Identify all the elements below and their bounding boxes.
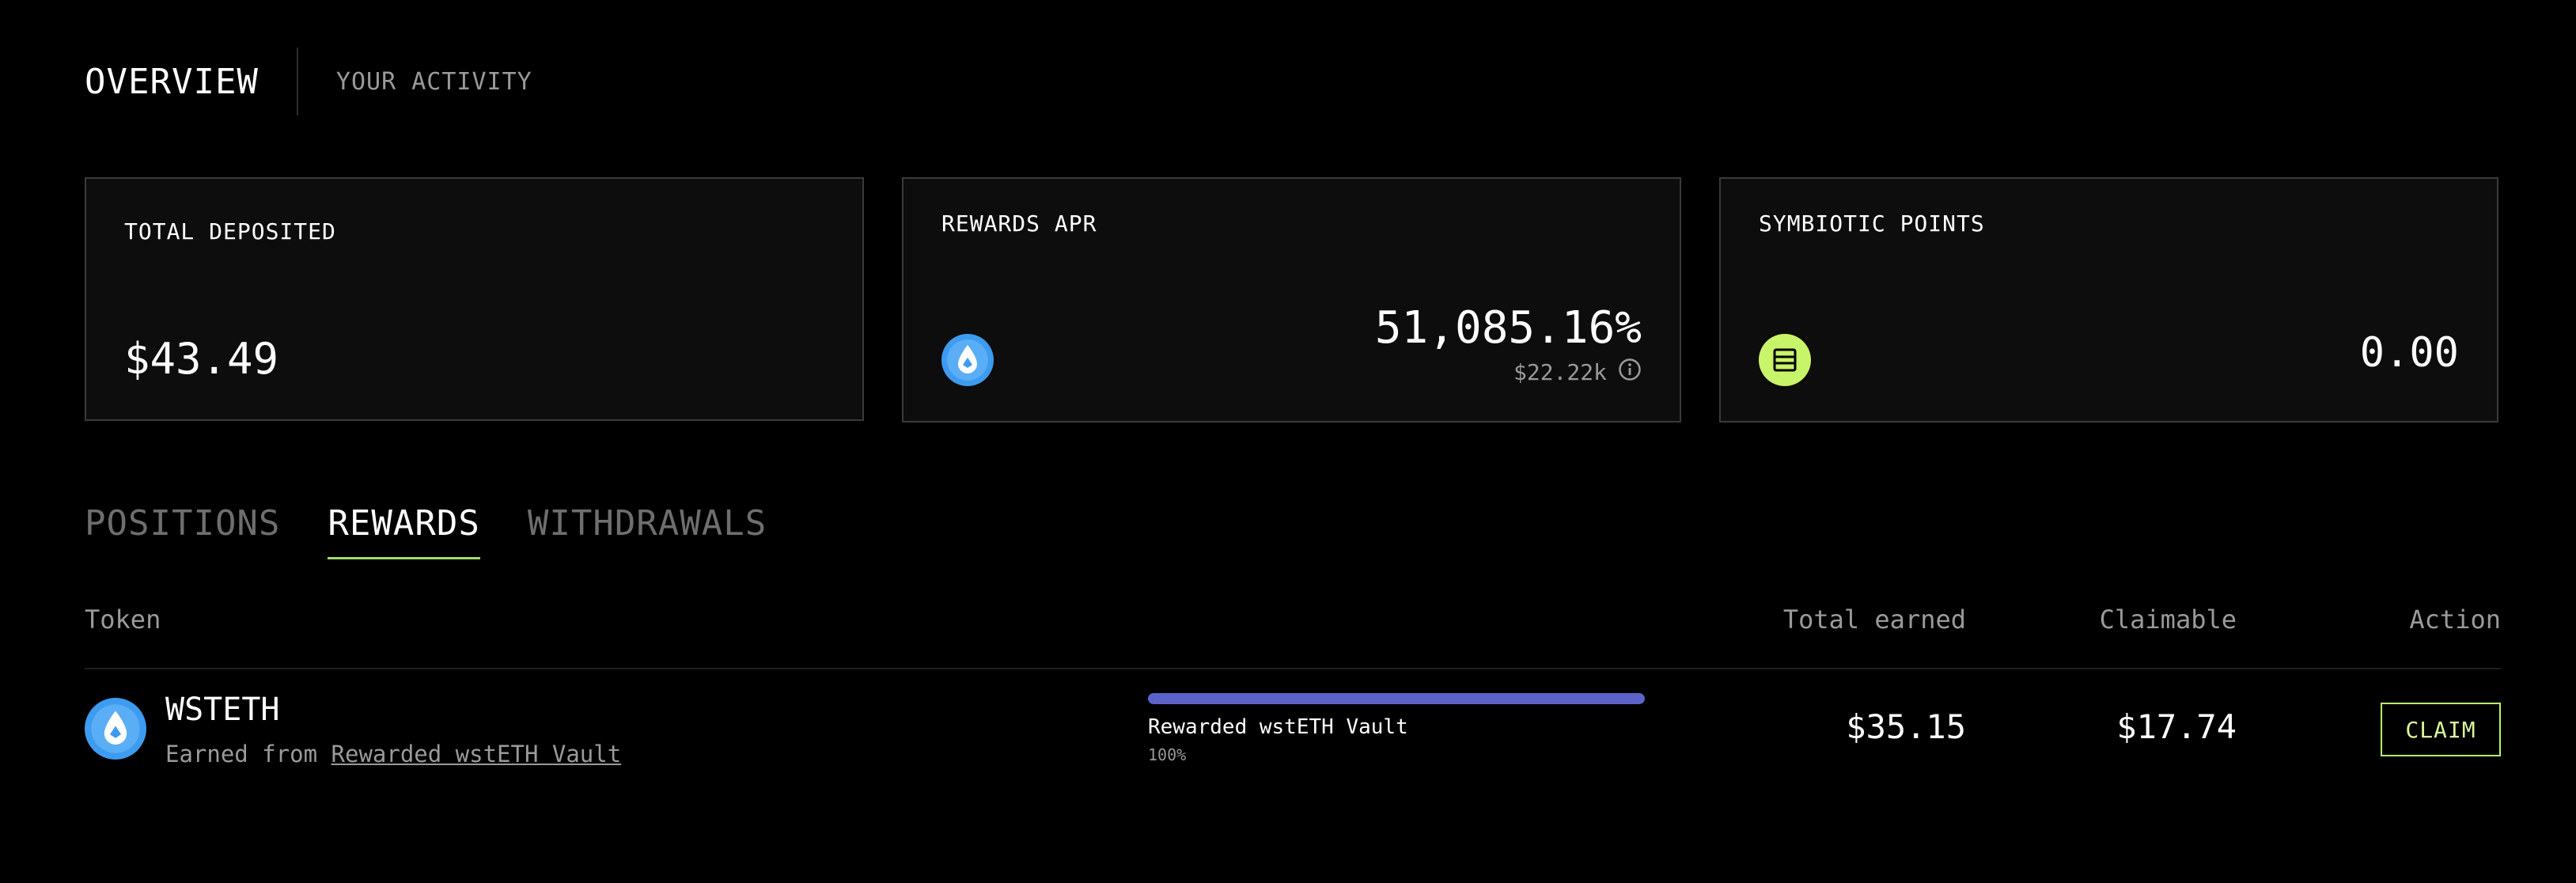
your-activity-link[interactable]: YOUR ACTIVITY <box>336 68 532 96</box>
tab-withdrawals[interactable]: WITHDRAWALS <box>528 503 767 559</box>
tab-rewards[interactable]: REWARDS <box>328 503 481 559</box>
total-deposited-value: $43.49 <box>124 334 279 384</box>
symbiotic-icon <box>1759 334 1811 389</box>
column-header-token: Token <box>85 604 161 635</box>
tab-positions[interactable]: POSITIONS <box>85 503 280 559</box>
claim-button[interactable]: CLAIM <box>2381 703 2501 756</box>
rewards-apr-usd: $22.22k <box>1513 359 1607 385</box>
rewards-apr-value: 51,085.16% <box>1374 302 1642 354</box>
rewards-apr-label: REWARDS APR <box>941 210 1097 237</box>
page: OVERVIEW YOUR ACTIVITY TOTAL DEPOSITED $… <box>0 0 2576 883</box>
token-name: WSTETH <box>165 692 280 728</box>
total-deposited-label: TOTAL DEPOSITED <box>124 218 336 244</box>
symbiotic-points-label: SYMBIOTIC POINTS <box>1759 210 1985 237</box>
section-tabs: POSITIONS REWARDS WITHDRAWALS <box>85 503 767 559</box>
claimable-value: $17.74 <box>2116 707 2237 746</box>
page-header: OVERVIEW YOUR ACTIVITY <box>85 47 532 116</box>
table-row: WSTETH Earned from Rewarded wstETH Vault… <box>85 671 2501 777</box>
column-header-total-earned: Total earned <box>1782 604 1966 635</box>
wsteth-drop-icon <box>941 334 994 389</box>
page-title: OVERVIEW <box>85 61 259 102</box>
total-deposited-card: TOTAL DEPOSITED $43.49 <box>85 177 864 421</box>
wsteth-token-icon <box>85 698 146 763</box>
header-divider <box>296 47 298 116</box>
rewards-apr-sub: $22.22k <box>1513 358 1642 387</box>
total-earned-value: $35.15 <box>1846 707 1966 746</box>
vault-name: Rewarded wstETH Vault <box>1148 715 1408 739</box>
column-header-action: Action <box>2409 604 2501 635</box>
symbiotic-points-value: 0.00 <box>2359 329 2459 377</box>
vault-link[interactable]: Rewarded wstETH Vault <box>331 741 622 767</box>
column-header-claimable: Claimable <box>2099 604 2237 635</box>
rewards-apr-card: REWARDS APR 51,085.16% $22.22k <box>902 177 1681 423</box>
earned-from-text: Earned from Rewarded wstETH Vault <box>165 741 621 767</box>
vault-share-percent: 100% <box>1148 745 1187 764</box>
vault-share-fill <box>1148 693 1645 704</box>
info-icon[interactable] <box>1618 358 1642 387</box>
earned-from-prefix: Earned from <box>165 741 318 767</box>
rewards-table-header: Token Total earned Claimable Action <box>85 600 2501 669</box>
symbiotic-points-card: SYMBIOTIC POINTS 0.00 <box>1719 177 2498 423</box>
vault-share-bar <box>1148 693 1645 704</box>
